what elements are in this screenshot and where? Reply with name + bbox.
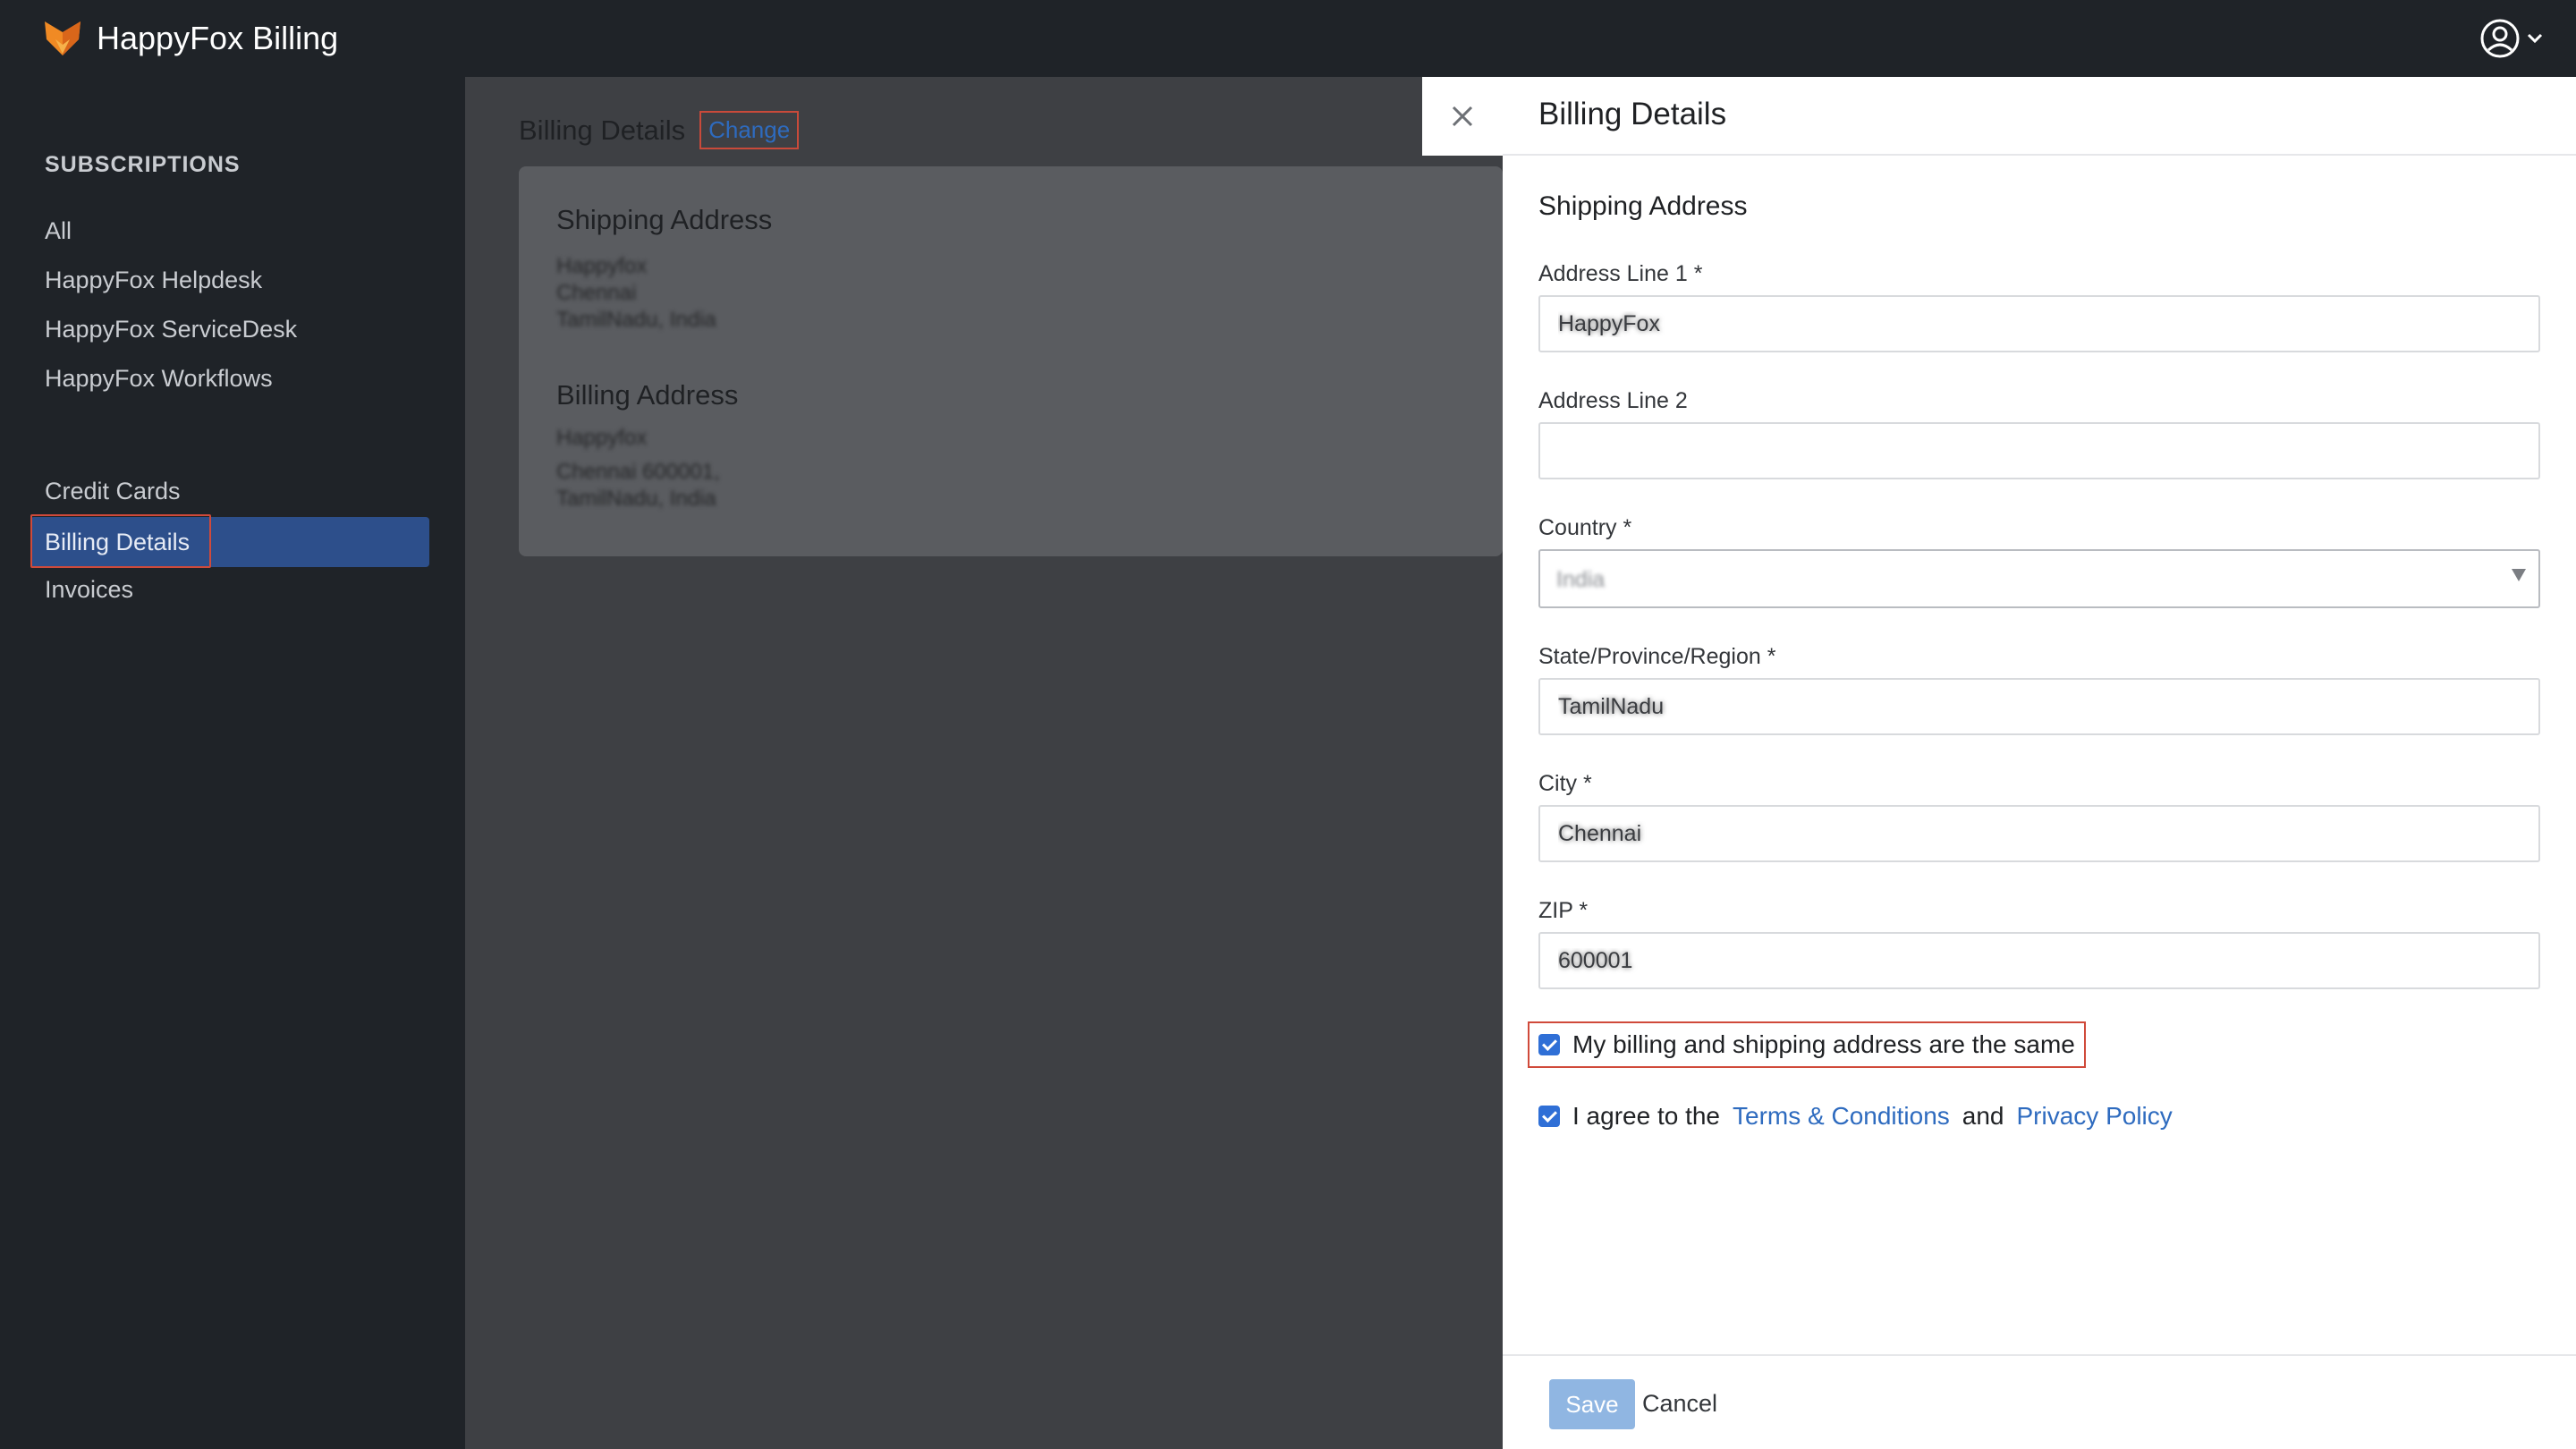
same-address-checkbox[interactable] <box>1538 1034 1560 1055</box>
page-title: Billing Details <box>519 114 686 146</box>
shipping-line-3: TamilNadu, India <box>556 308 716 332</box>
billing-address-heading: Billing Address <box>556 379 739 411</box>
terms-link[interactable]: Terms & Conditions <box>1733 1102 1950 1131</box>
agree-middle: and <box>1962 1102 2004 1130</box>
drawer-header: Billing Details <box>1503 77 2576 156</box>
address-line-1-input[interactable] <box>1538 295 2540 352</box>
state-input[interactable] <box>1538 678 2540 735</box>
address-card: Shipping Address Happyfox Chennai TamilN… <box>519 166 1503 556</box>
drawer-footer: Save Cancel <box>1503 1354 2576 1449</box>
same-address-row: My billing and shipping address are the … <box>1528 1021 2086 1068</box>
shipping-address-heading: Shipping Address <box>556 204 773 235</box>
sidebar-item-credit-cards[interactable]: Credit Cards <box>30 466 429 516</box>
close-drawer-button[interactable] <box>1422 77 1503 156</box>
agree-row: I agree to the Terms & Conditions and Pr… <box>1538 1102 2173 1131</box>
zip-input[interactable] <box>1538 932 2540 989</box>
city-label: City * <box>1538 771 1592 796</box>
address-line-2-label: Address Line 2 <box>1538 388 1688 413</box>
privacy-link[interactable]: Privacy Policy <box>2017 1102 2173 1131</box>
drawer-title: Billing Details <box>1538 97 1727 131</box>
close-icon <box>1452 106 1473 127</box>
billing-details-drawer: Billing Details Shipping Address Address… <box>1503 77 2576 1449</box>
sidebar-item-invoices[interactable]: Invoices <box>30 564 429 614</box>
cancel-button[interactable]: Cancel <box>1642 1390 1717 1418</box>
sidebar: SUBSCRIPTIONS All HappyFox Helpdesk Happ… <box>0 77 465 1449</box>
shipping-line-2: Chennai <box>556 281 637 305</box>
user-circle-icon <box>2480 19 2520 58</box>
country-select-value: India <box>1556 567 1606 592</box>
address-line-1-label: Address Line 1 * <box>1538 261 1703 286</box>
shipping-section-title: Shipping Address <box>1538 191 1748 221</box>
sidebar-item-servicedesk[interactable]: HappyFox ServiceDesk <box>30 304 429 354</box>
caret-down-icon <box>2512 569 2526 581</box>
billing-line-2: Chennai 600001, <box>556 460 720 484</box>
main-header: Billing Details Change <box>519 111 800 149</box>
save-button[interactable]: Save <box>1549 1379 1635 1429</box>
change-link[interactable]: Change <box>699 111 800 149</box>
shipping-line-1: Happyfox <box>556 254 648 278</box>
chevron-down-icon <box>2527 33 2543 44</box>
sidebar-item-all[interactable]: All <box>30 206 429 256</box>
sidebar-item-helpdesk[interactable]: HappyFox Helpdesk <box>30 255 429 305</box>
billing-line-1: Happyfox <box>556 426 648 450</box>
sidebar-item-workflows[interactable]: HappyFox Workflows <box>30 353 429 403</box>
app-title: HappyFox Billing <box>97 20 339 56</box>
sidebar-heading: SUBSCRIPTIONS <box>45 152 241 177</box>
agree-checkbox[interactable] <box>1538 1106 1560 1127</box>
user-menu[interactable] <box>2479 16 2551 61</box>
happyfox-fox-logo[interactable] <box>43 18 82 57</box>
sidebar-item-billing-details[interactable]: Billing Details <box>30 517 429 567</box>
billing-line-3: TamilNadu, India <box>556 487 716 511</box>
same-address-label: My billing and shipping address are the … <box>1572 1030 2075 1058</box>
city-input[interactable] <box>1538 805 2540 862</box>
agree-prefix: I agree to the <box>1572 1102 1721 1130</box>
country-select[interactable]: India <box>1538 549 2540 608</box>
country-label: Country * <box>1538 515 1632 540</box>
zip-label: ZIP * <box>1538 898 1589 923</box>
address-line-2-input[interactable] <box>1538 422 2540 479</box>
state-label: State/Province/Region * <box>1538 644 1776 669</box>
top-bar: HappyFox Billing <box>0 0 2576 77</box>
